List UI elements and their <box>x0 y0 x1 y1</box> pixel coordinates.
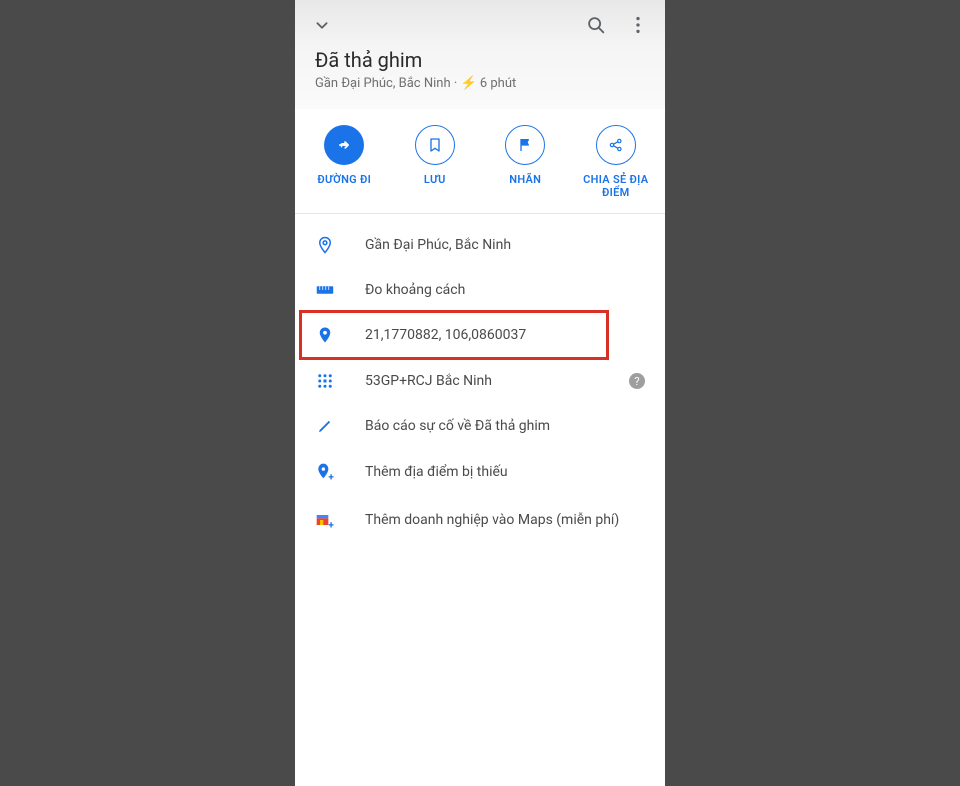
directions-button[interactable]: ĐƯỜNG ĐI <box>299 125 390 199</box>
addbusiness-text: Thêm doanh nghiệp vào Maps (miễn phí) <box>365 512 619 528</box>
coordinates-item[interactable]: 21,1770882, 106,0860037 <box>295 312 665 358</box>
nearby-text: Gần Đại Phúc, Bắc Ninh <box>365 237 511 253</box>
pluscode-item[interactable]: 53GP+RCJ Bắc Ninh ? <box>295 358 665 404</box>
store-add-icon: + <box>315 510 335 530</box>
measure-item[interactable]: Đo khoảng cách <box>295 268 665 312</box>
top-bar <box>295 0 665 48</box>
label-button[interactable]: NHÃN <box>480 125 571 199</box>
coordinates-text: 21,1770882, 106,0860037 <box>365 327 526 343</box>
svg-text:+: + <box>328 521 334 531</box>
share-label: CHIA SẺ ĐỊA ĐIỂM <box>571 173 662 199</box>
svg-text:+: + <box>328 473 334 483</box>
pluscode-icon <box>315 372 335 390</box>
more-vert-icon[interactable] <box>627 14 649 40</box>
report-item[interactable]: Báo cáo sự cố về Đã thả ghim <box>295 404 665 448</box>
place-header: Đã thả ghim Gần Đại Phúc, Bắc Ninh · ⚡ 6… <box>295 48 665 109</box>
actions-row: ĐƯỜNG ĐI LƯU NHÃN CHIA SẺ ĐỊA ĐIỂM <box>295 109 665 214</box>
pencil-icon <box>315 418 335 434</box>
addplace-text: Thêm địa điểm bị thiếu <box>365 464 508 480</box>
place-subtitle: Gần Đại Phúc, Bắc Ninh · ⚡ 6 phút <box>315 76 645 91</box>
directions-icon <box>324 125 364 165</box>
pin-outline-icon <box>315 236 335 254</box>
pin-filled-icon <box>315 326 335 344</box>
bookmark-icon <box>415 125 455 165</box>
search-icon[interactable] <box>585 14 607 40</box>
measure-text: Đo khoảng cách <box>365 282 465 298</box>
place-details-panel: Đã thả ghim Gần Đại Phúc, Bắc Ninh · ⚡ 6… <box>295 0 665 786</box>
addbusiness-item[interactable]: + Thêm doanh nghiệp vào Maps (miễn phí) <box>295 496 665 544</box>
pin-add-icon: + <box>315 462 335 482</box>
directions-label: ĐƯỜNG ĐI <box>317 173 371 186</box>
share-button[interactable]: CHIA SẺ ĐỊA ĐIỂM <box>571 125 662 199</box>
flag-icon <box>505 125 545 165</box>
save-button[interactable]: LƯU <box>390 125 481 199</box>
help-icon[interactable]: ? <box>629 373 645 389</box>
save-label: LƯU <box>424 173 446 186</box>
label-label: NHÃN <box>509 173 541 186</box>
share-icon <box>596 125 636 165</box>
nearby-item[interactable]: Gần Đại Phúc, Bắc Ninh <box>295 222 665 268</box>
report-text: Báo cáo sự cố về Đã thả ghim <box>365 418 550 434</box>
ruler-icon <box>315 285 335 295</box>
addplace-item[interactable]: + Thêm địa điểm bị thiếu <box>295 448 665 496</box>
place-title: Đã thả ghim <box>315 48 645 72</box>
collapse-chevron-icon[interactable] <box>311 14 333 40</box>
details-list: Gần Đại Phúc, Bắc Ninh Đo khoảng cách 21… <box>295 214 665 552</box>
pluscode-text: 53GP+RCJ Bắc Ninh <box>365 373 492 389</box>
